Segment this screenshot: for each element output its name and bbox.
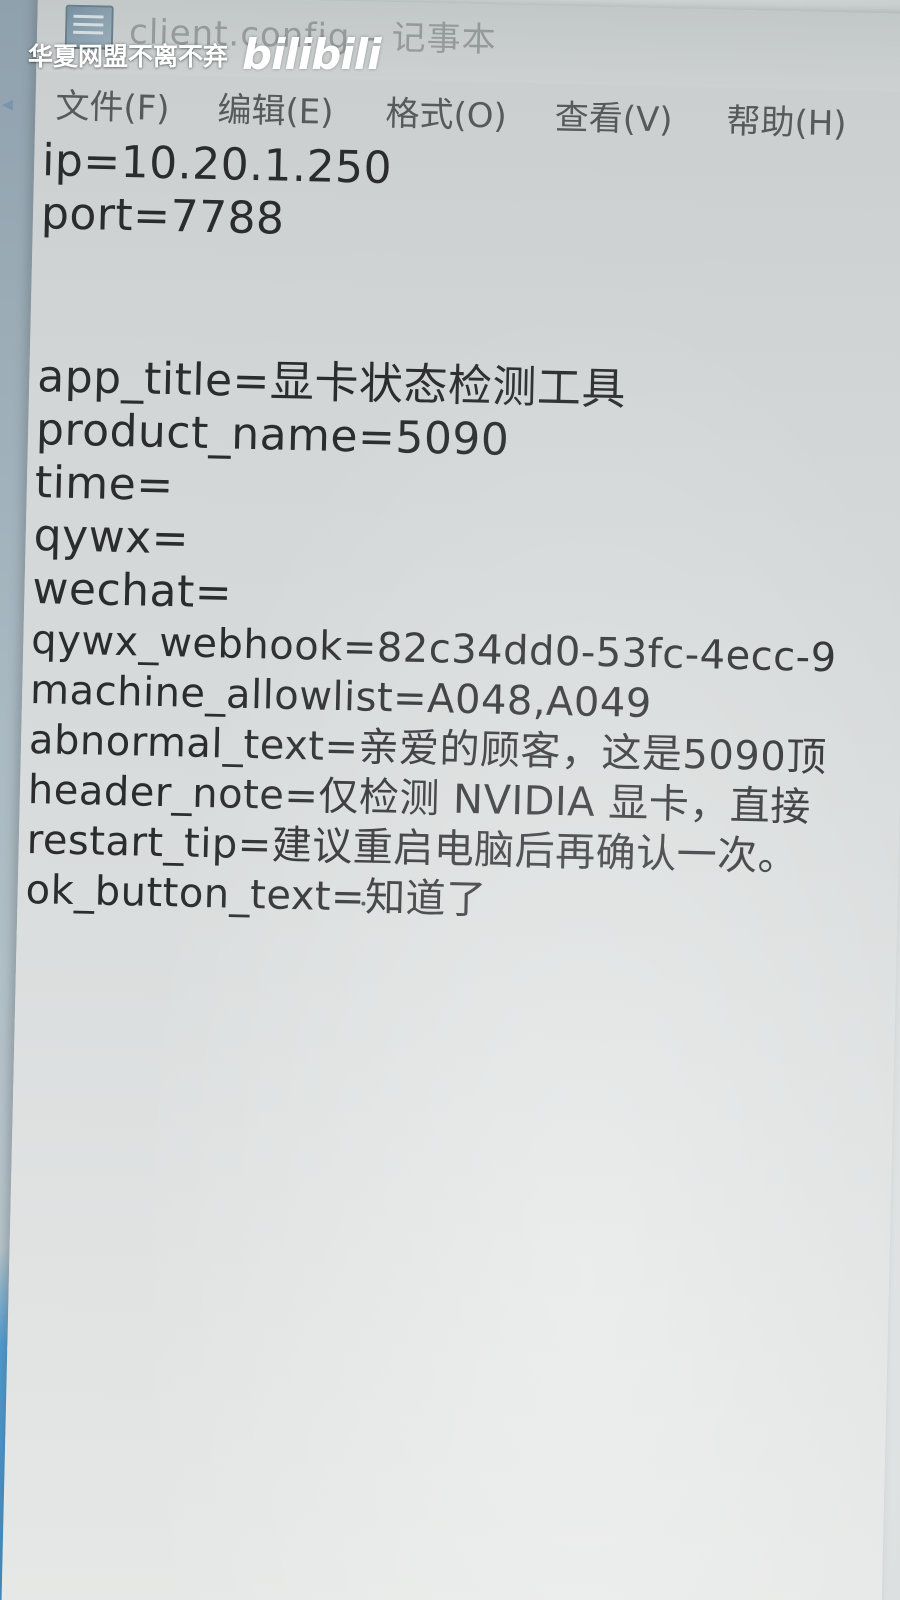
menu-view[interactable]: 查看(V) — [538, 89, 695, 142]
text-caret — [361, 901, 366, 906]
menu-edit[interactable]: 编辑(E) — [201, 81, 356, 133]
bilibili-logo: bilibili — [242, 30, 382, 79]
menu-help[interactable]: 帮助(H) — [710, 93, 869, 146]
watermark-channel-name: 华夏网盟不离不弃 — [28, 41, 229, 71]
menu-file[interactable]: 文件(F) — [39, 78, 192, 130]
scroll-left-arrow-icon[interactable]: ◂ — [2, 92, 13, 117]
notepad-window: client.config - 记事本 文件(F) 编辑(E) 格式(O) 查看(V… — [1, 0, 900, 1600]
bilibili-watermark: 华夏网盟不离不弃 bilibili — [28, 30, 382, 79]
text-editor-area[interactable]: ip=10.20.1.250 port=7788 app_title=显卡状态检… — [10, 134, 900, 1600]
menu-format[interactable]: 格式(O) — [369, 85, 529, 138]
app-name: 记事本 — [391, 18, 498, 61]
